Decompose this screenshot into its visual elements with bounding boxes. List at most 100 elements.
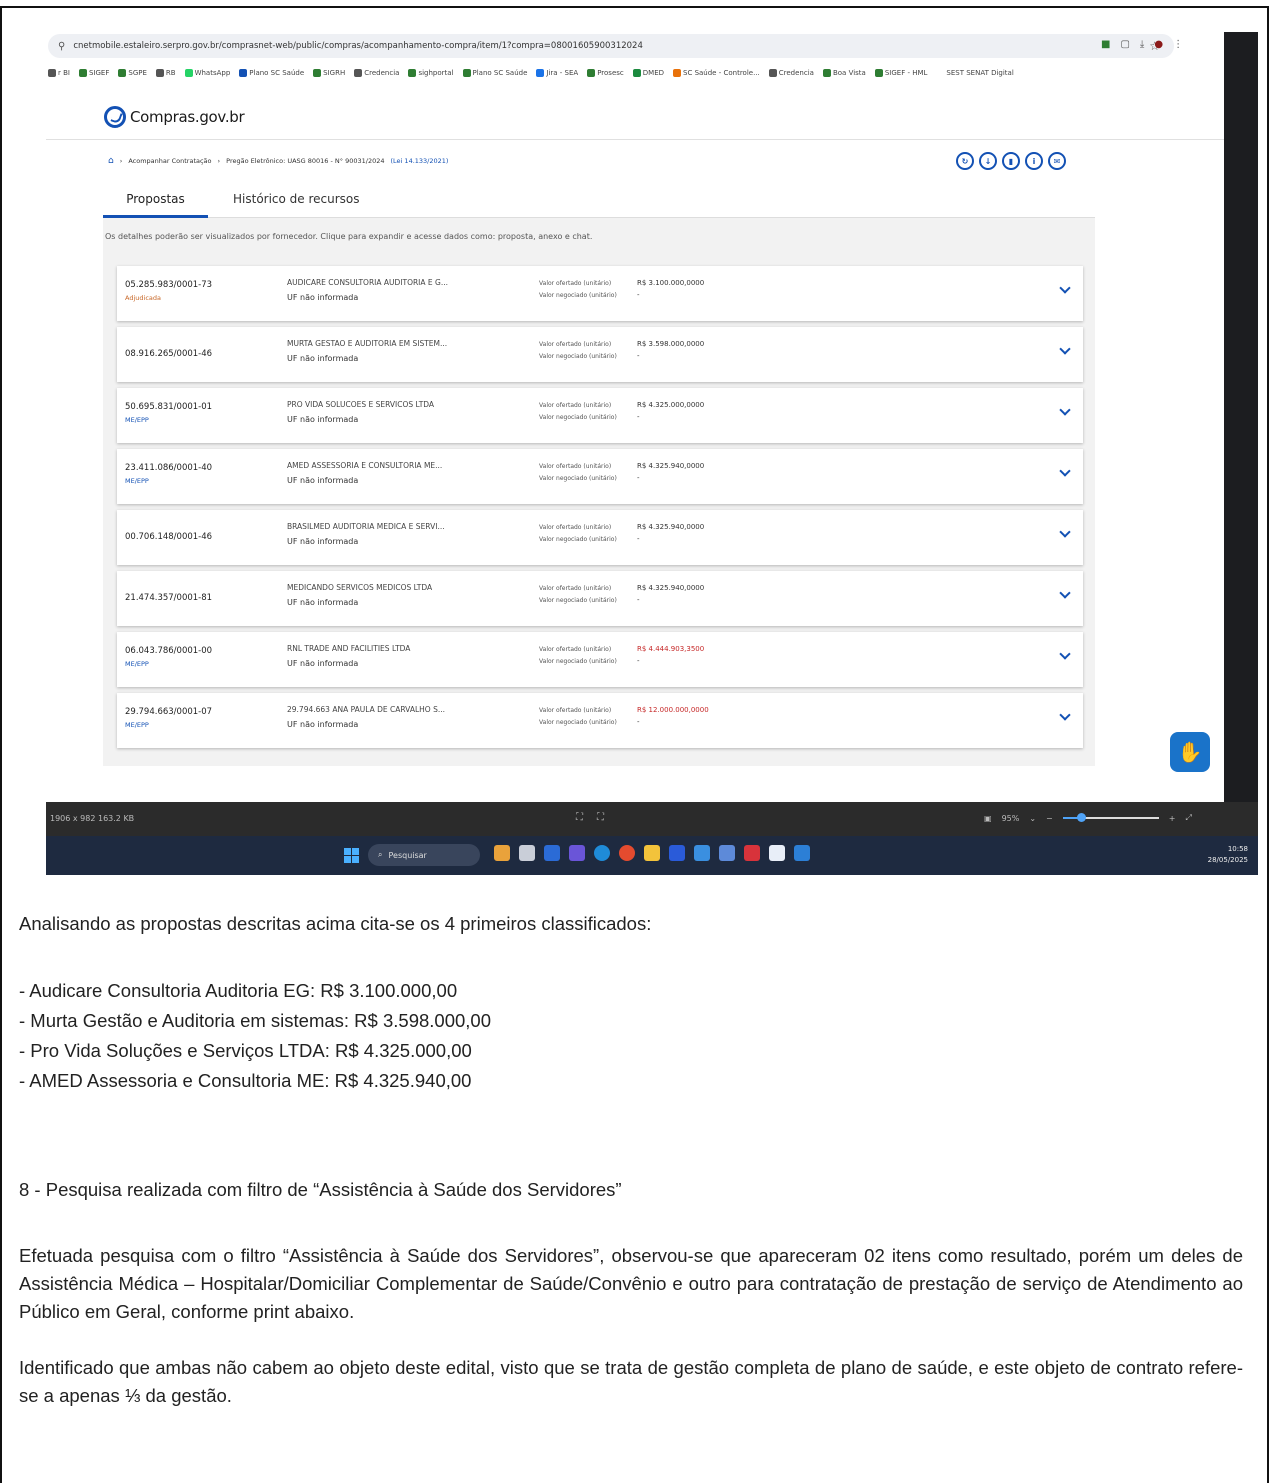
proposal-tag: ME/EPP <box>125 477 149 485</box>
extensions-puzzle-icon[interactable]: ▢ <box>1120 39 1129 50</box>
bookmark-item[interactable]: DMED <box>632 69 664 77</box>
offered-value: R$ 4.325.940,0000 <box>637 462 705 470</box>
tabs-bar: Propostas Histórico de recursos <box>103 184 1095 218</box>
address-pill[interactable]: ⚲ cnetmobile.estaleiro.serpro.gov.br/com… <box>48 34 1174 58</box>
bookmark-favicon-icon <box>936 69 945 77</box>
profile-avatar-icon[interactable]: ● <box>1154 39 1163 50</box>
breadcrumb-step1[interactable]: Acompanhar Contratação <box>128 157 211 165</box>
compras-logo-text: Compras.gov.br <box>130 108 245 126</box>
proposal-cnpj: 21.474.357/0001-81 <box>125 593 213 603</box>
chevron-down-icon[interactable] <box>1059 343 1071 355</box>
chevron-down-icon[interactable]: ⌄ <box>1029 814 1036 823</box>
site-info-icon[interactable]: ⚲ <box>58 41 65 52</box>
chevron-down-icon[interactable] <box>1059 404 1071 416</box>
bookmark-label: SGPE <box>128 69 147 77</box>
proposal-row[interactable]: 00.706.148/0001-46 BRASILMED AUDITORIA ME… <box>117 510 1083 565</box>
taskbar-app-icon[interactable] <box>544 845 560 861</box>
chevron-down-icon[interactable] <box>1059 587 1071 599</box>
taskbar-app-icon[interactable] <box>744 845 760 861</box>
proposal-row[interactable]: 06.043.786/0001-00 ME/EPP RNL TRADE AND FA… <box>117 632 1083 687</box>
bookmark-favicon-icon <box>462 69 471 77</box>
bookmark-item[interactable]: Prosesc <box>587 69 624 77</box>
proposal-row[interactable]: 29.794.663/0001-07 ME/EPP 29.794.663 ANA P… <box>117 693 1083 748</box>
browser-menu-icon[interactable]: ⋮ <box>1173 39 1183 50</box>
mail-icon[interactable]: ✉ <box>1048 152 1066 170</box>
label-offered-value: Valor ofertado (unitário) <box>539 646 612 653</box>
taskbar-app-icon[interactable] <box>794 845 810 861</box>
accessibility-hand-icon[interactable]: ✋ <box>1170 732 1210 772</box>
bookmark-item[interactable]: Jira - SEA <box>536 69 578 77</box>
fit-screen-icon[interactable]: ▣ <box>984 814 992 823</box>
proposal-row[interactable]: 50.695.831/0001-01 ME/EPP PRO VIDA SOLUCOE… <box>117 388 1083 443</box>
address-bar[interactable]: ⚲ cnetmobile.estaleiro.serpro.gov.br/com… <box>46 32 1224 60</box>
proposal-uf: UF não informada <box>287 293 359 302</box>
bookmark-item[interactable]: RB <box>155 69 176 77</box>
proposal-row[interactable]: 05.285.983/0001-73 Adjudicada AUDICARE CON… <box>117 266 1083 321</box>
windows-start-icon[interactable] <box>344 848 359 863</box>
extension-icon[interactable]: ■ <box>1101 39 1110 50</box>
proposal-cnpj: 08.916.265/0001-46 <box>125 349 213 359</box>
taskbar-app-icon[interactable] <box>594 845 610 861</box>
label-offered-value: Valor ofertado (unitário) <box>539 341 612 348</box>
tab-historico-recursos[interactable]: Histórico de recursos <box>233 190 360 206</box>
bookmark-item[interactable]: Plano SC Saúde <box>462 69 527 77</box>
chevron-down-icon[interactable] <box>1059 648 1071 660</box>
bookmark-item[interactable]: r BI <box>48 69 70 77</box>
info-icon[interactable]: i <box>1025 152 1043 170</box>
download-icon[interactable]: ⤓ <box>1140 39 1144 50</box>
breadcrumb: ⌂ › Acompanhar Contratação › Pregão Elet… <box>108 156 448 166</box>
bookmark-item[interactable]: Credencia <box>768 69 814 77</box>
download-icon[interactable]: ↓ <box>979 152 997 170</box>
bookmark-item[interactable]: Credencia <box>354 69 399 77</box>
chevron-down-icon[interactable] <box>1059 282 1071 294</box>
offered-value: R$ 4.444.903,3500 <box>637 645 705 653</box>
zoom-slider-knob[interactable] <box>1076 813 1086 822</box>
zoom-in-icon[interactable]: + <box>1169 814 1176 823</box>
chevron-down-icon[interactable] <box>1059 465 1071 477</box>
taskbar-search[interactable]: ⌕ Pesquisar <box>368 844 480 866</box>
zoom-out-icon[interactable]: − <box>1046 814 1053 823</box>
tab-propostas[interactable]: Propostas <box>103 190 208 218</box>
zoom-slider[interactable] <box>1062 813 1159 822</box>
proposal-row[interactable]: 23.411.086/0001-40 ME/EPP AMED ASSESSORIA … <box>117 449 1083 504</box>
bookmark-item[interactable]: SC Saúde - Controle... <box>673 69 760 77</box>
taskbar-app-icon[interactable] <box>519 845 535 861</box>
bookmark-item[interactable]: Plano SC Saúde <box>239 69 304 77</box>
fit-icons[interactable]: ⛶⛶ <box>576 812 618 823</box>
bookmark-item[interactable]: SIGEF - HML <box>874 69 927 77</box>
bookmark-item[interactable]: Boa Vista <box>822 69 866 77</box>
bookmark-item[interactable]: SEST SENAT Digital <box>936 69 1014 77</box>
taskbar-app-icon[interactable] <box>569 845 585 861</box>
bookmark-favicon-icon <box>354 69 363 77</box>
bookmark-item[interactable]: WhatsApp <box>184 69 230 77</box>
refresh-icon[interactable]: ↻ <box>956 152 974 170</box>
bookmark-item[interactable]: SIGEF <box>78 69 109 77</box>
bookmark-favicon-icon <box>408 69 417 77</box>
taskbar-app-icon[interactable] <box>494 845 510 861</box>
breadcrumb-law-link[interactable]: (Lei 14.133/2021) <box>391 157 449 165</box>
compras-logo[interactable]: Compras.gov.br <box>104 106 245 128</box>
proposal-row[interactable]: 08.916.265/0001-46 MURTA GESTAO E AUDITOR… <box>117 327 1083 382</box>
offered-value: R$ 3.100.000,0000 <box>637 279 705 287</box>
taskbar-app-icon[interactable] <box>769 845 785 861</box>
home-icon[interactable]: ⌂ <box>108 156 114 166</box>
chevron-down-icon[interactable] <box>1059 709 1071 721</box>
proposal-row[interactable]: 21.474.357/0001-81 MEDICANDO SERVICOS MED… <box>117 571 1083 626</box>
document-icon[interactable]: ▮ <box>1002 152 1020 170</box>
expand-icon[interactable]: ⤢ <box>1185 813 1191 823</box>
bookmark-item[interactable]: SGPE <box>118 69 147 77</box>
bookmark-item[interactable]: sighportal <box>408 69 454 77</box>
taskbar-app-icon[interactable] <box>644 845 660 861</box>
negotiated-value: - <box>637 718 640 726</box>
ranking-item-3: - Pro Vida Soluções e Serviços LTDA: R$ … <box>19 1040 472 1061</box>
bookmark-item[interactable]: SIGRH <box>313 69 345 77</box>
taskbar-app-icon[interactable] <box>719 845 735 861</box>
zoom-level[interactable]: 95% <box>1002 814 1020 823</box>
proposal-tag: ME/EPP <box>125 416 149 424</box>
taskbar-app-icon[interactable] <box>669 845 685 861</box>
bookmark-favicon-icon <box>184 69 193 77</box>
taskbar-app-icon[interactable] <box>694 845 710 861</box>
chevron-down-icon[interactable] <box>1059 526 1071 538</box>
taskbar-app-icon[interactable] <box>619 845 635 861</box>
url-text[interactable]: cnetmobile.estaleiro.serpro.gov.br/compr… <box>73 41 643 51</box>
